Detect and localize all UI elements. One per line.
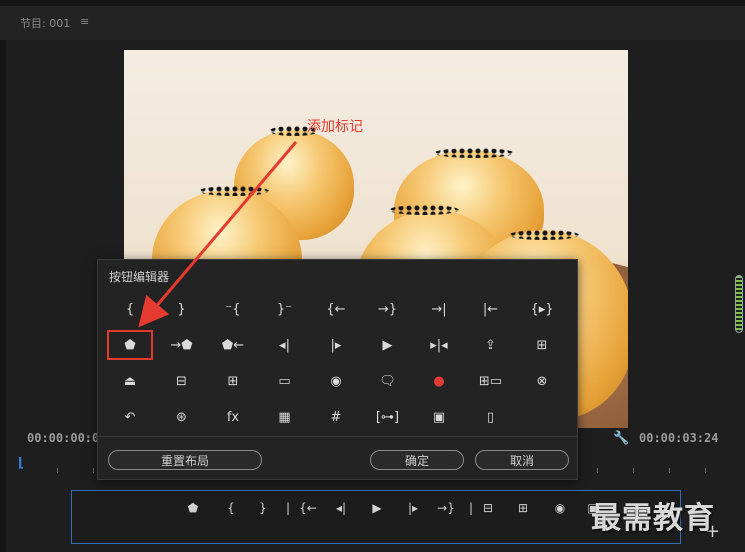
ruler-tick <box>597 468 598 473</box>
ruler-tick <box>93 468 94 473</box>
go-to-start-icon[interactable]: |← <box>468 294 514 324</box>
ruler-tick <box>633 468 634 473</box>
transport-mark-out-icon[interactable]: } <box>252 498 274 518</box>
clear-in-icon[interactable]: ⁻{ <box>210 294 256 324</box>
mark-in-icon[interactable]: { <box>107 294 153 324</box>
shuttle-icon[interactable]: ▸|◂ <box>416 330 462 360</box>
transport-mark-in-icon[interactable]: { <box>220 498 242 518</box>
playhead-icon[interactable]: ⌊ <box>18 456 28 471</box>
ok-button[interactable]: 确定 <box>370 450 464 470</box>
reset-layout-button[interactable]: 重置布局 <box>108 450 262 470</box>
replace-icon[interactable]: ⊞ <box>210 366 256 396</box>
extract-icon[interactable]: ⊞ <box>519 330 565 360</box>
transport-controls: ⬟{} | {← ◂| ▶ |▸ →} | ⊟ ⊞ ◉ ▣ <box>71 490 681 544</box>
overwrite-icon[interactable]: ⏏ <box>107 366 153 396</box>
proxy-toggle-icon[interactable]: ⊗ <box>519 366 565 396</box>
transport-go-to-out-icon[interactable]: →} <box>435 498 457 518</box>
spacer-icon[interactable]: ▯ <box>468 402 514 432</box>
film-strip-icon[interactable]: ▦ <box>262 402 308 432</box>
play-icon[interactable]: ▶ <box>365 330 411 360</box>
button-editor-dialog: 按钮编辑器 {} ⁻{}⁻ {← →} →| |← {▸} ⬟ →⬟ ⬟← ◂| |▸ ▶ ▸|◂ ⇪ ⊞ ⏏ ⊟… <box>97 259 578 480</box>
cancel-button[interactable]: 取消 <box>475 450 569 470</box>
go-to-in-icon[interactable]: {← <box>313 294 359 324</box>
go-to-end-icon[interactable]: →| <box>416 294 462 324</box>
trim-icon[interactable]: [⊶] <box>365 402 411 432</box>
insert-icon[interactable]: ⊟ <box>159 366 205 396</box>
grid-icon[interactable]: # <box>313 402 359 432</box>
dialog-title: 按钮编辑器 <box>109 270 170 284</box>
wrench-icon[interactable]: 🔧 <box>613 431 629 446</box>
multi-camera-icon[interactable]: ⊞▭ <box>468 366 514 396</box>
transport-step-forward-icon[interactable]: |▸ <box>402 498 424 518</box>
comment-icon[interactable]: 🗨 <box>365 366 411 396</box>
undo-icon[interactable]: ↶ <box>107 402 153 432</box>
panel-menu-icon[interactable]: ≡ <box>80 15 89 28</box>
transport-go-to-in-icon[interactable]: {← <box>297 498 319 518</box>
record-icon[interactable]: ● <box>416 366 462 396</box>
sesame-seeds <box>199 186 269 196</box>
divider <box>98 436 577 437</box>
mark-out-icon[interactable]: } <box>159 294 205 324</box>
ruler-tick <box>705 468 706 473</box>
sesame-seeds <box>434 148 514 158</box>
transport-spacer-icon[interactable]: | <box>277 498 299 518</box>
step-back-icon[interactable]: ◂| <box>262 330 308 360</box>
audio-meter <box>735 275 743 333</box>
compare-icon[interactable]: ▣ <box>416 402 462 432</box>
annotation-label: 添加标记 <box>307 119 363 135</box>
export-frame-lift-icon[interactable]: ⇪ <box>468 330 514 360</box>
vr-video-icon[interactable]: ⊛ <box>159 402 205 432</box>
program-tab-title[interactable]: 节目: 001 <box>20 15 70 31</box>
next-marker-icon[interactable]: →⬟ <box>159 330 205 360</box>
ruler-tick <box>57 468 58 473</box>
transport-step-back-icon[interactable]: ◂| <box>330 498 352 518</box>
previous-marker-icon[interactable]: ⬟← <box>210 330 256 360</box>
camera-icon[interactable]: ◉ <box>313 366 359 396</box>
transport-play-icon[interactable]: ▶ <box>366 498 388 518</box>
watermark-logo: 最需教育 <box>591 501 715 536</box>
ruler-tick <box>669 468 670 473</box>
clear-out-icon[interactable]: }⁻ <box>262 294 308 324</box>
duration-timecode: 00:00:03:24 <box>639 431 719 445</box>
transport-camera-icon[interactable]: ◉ <box>549 498 571 518</box>
sesame-seeds <box>509 230 579 240</box>
sesame-seeds <box>389 205 459 215</box>
step-forward-icon[interactable]: |▸ <box>313 330 359 360</box>
transport-insert-icon[interactable]: ⊟ <box>477 498 499 518</box>
transport-add-marker-icon[interactable]: ⬟ <box>182 498 204 518</box>
fx-icon[interactable]: fx <box>210 402 256 432</box>
current-timecode[interactable]: 00:00:00:00 <box>27 431 106 445</box>
play-in-to-out-icon[interactable]: {▸} <box>519 294 565 324</box>
program-monitor-header: 节目: 001 ≡ <box>0 0 745 40</box>
safe-margins-icon[interactable]: ▭ <box>262 366 308 396</box>
go-to-out-icon[interactable]: →} <box>365 294 411 324</box>
add-marker-icon[interactable]: ⬟ <box>107 330 153 360</box>
transport-overwrite-icon[interactable]: ⊞ <box>512 498 534 518</box>
